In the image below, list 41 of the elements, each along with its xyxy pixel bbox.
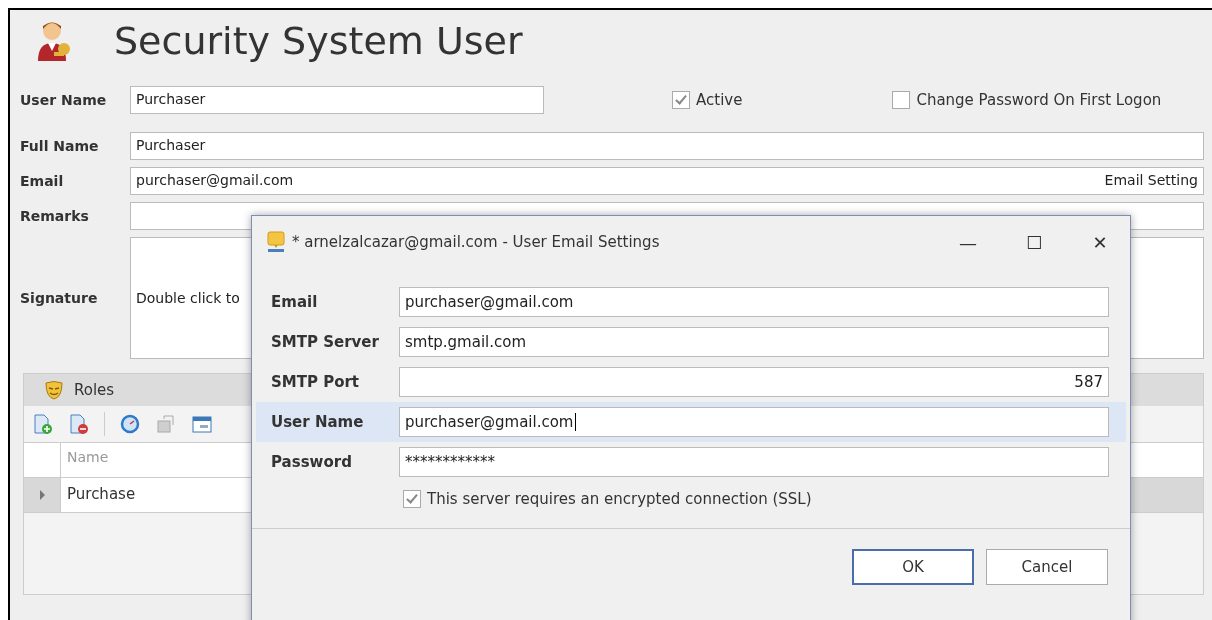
mail-icon xyxy=(266,231,286,253)
add-page-icon[interactable] xyxy=(32,413,54,435)
minimize-button[interactable]: — xyxy=(938,231,998,253)
input-field[interactable]: Purchaser xyxy=(130,132,1204,160)
input-field[interactable]: Purchaser xyxy=(130,86,544,114)
refresh-icon[interactable] xyxy=(119,413,141,435)
ok-button[interactable]: OK xyxy=(852,549,974,585)
field-label: SMTP Server xyxy=(271,333,380,351)
input-field[interactable]: ************ xyxy=(399,447,1109,477)
checkbox[interactable] xyxy=(892,91,911,109)
row-indicator-icon xyxy=(39,490,45,500)
mask-icon xyxy=(44,380,64,400)
panel-title: Roles xyxy=(74,381,115,399)
field-label: SMTP Port xyxy=(271,373,361,391)
field-label: Email xyxy=(271,293,319,311)
field-label: Signature xyxy=(20,290,99,306)
input-field[interactable]: purchaser@gmail.com xyxy=(399,407,1109,437)
remove-page-icon[interactable] xyxy=(68,413,90,435)
dialog-title: * arnelzalcazar@gmail.com - User Email Settings xyxy=(292,233,661,251)
input-field[interactable]: 587 xyxy=(399,367,1109,397)
cancel-button[interactable]: Cancel xyxy=(986,549,1108,585)
field-label: Password xyxy=(271,453,353,471)
field-label: Remarks xyxy=(20,208,90,224)
input-field[interactable]: purchaser@gmail.com xyxy=(136,172,294,190)
checkbox-label: Active xyxy=(696,91,743,109)
table-cell: Purchase xyxy=(61,478,253,512)
checkbox[interactable] xyxy=(672,91,690,109)
field-label: User Name xyxy=(271,413,365,431)
checkbox-label: Change Password On First Logon xyxy=(916,91,1162,109)
field-label: Full Name xyxy=(20,138,100,154)
window-title: Security System User xyxy=(114,19,523,63)
input-field[interactable]: purchaser@gmail.com xyxy=(399,287,1109,317)
input-field[interactable]: smtp.gmail.com xyxy=(399,327,1109,357)
form-icon[interactable] xyxy=(191,413,213,435)
maximize-button[interactable]: ☐ xyxy=(1004,231,1064,253)
checkbox-label: This server requires an encrypted connection (SSL) xyxy=(427,490,812,508)
checkbox[interactable] xyxy=(403,490,421,508)
close-button[interactable]: ✕ xyxy=(1070,231,1130,253)
email-setting-button[interactable]: Email Setting xyxy=(1104,172,1198,190)
field-label: User Name xyxy=(20,92,108,108)
field-label: Email xyxy=(20,173,65,189)
